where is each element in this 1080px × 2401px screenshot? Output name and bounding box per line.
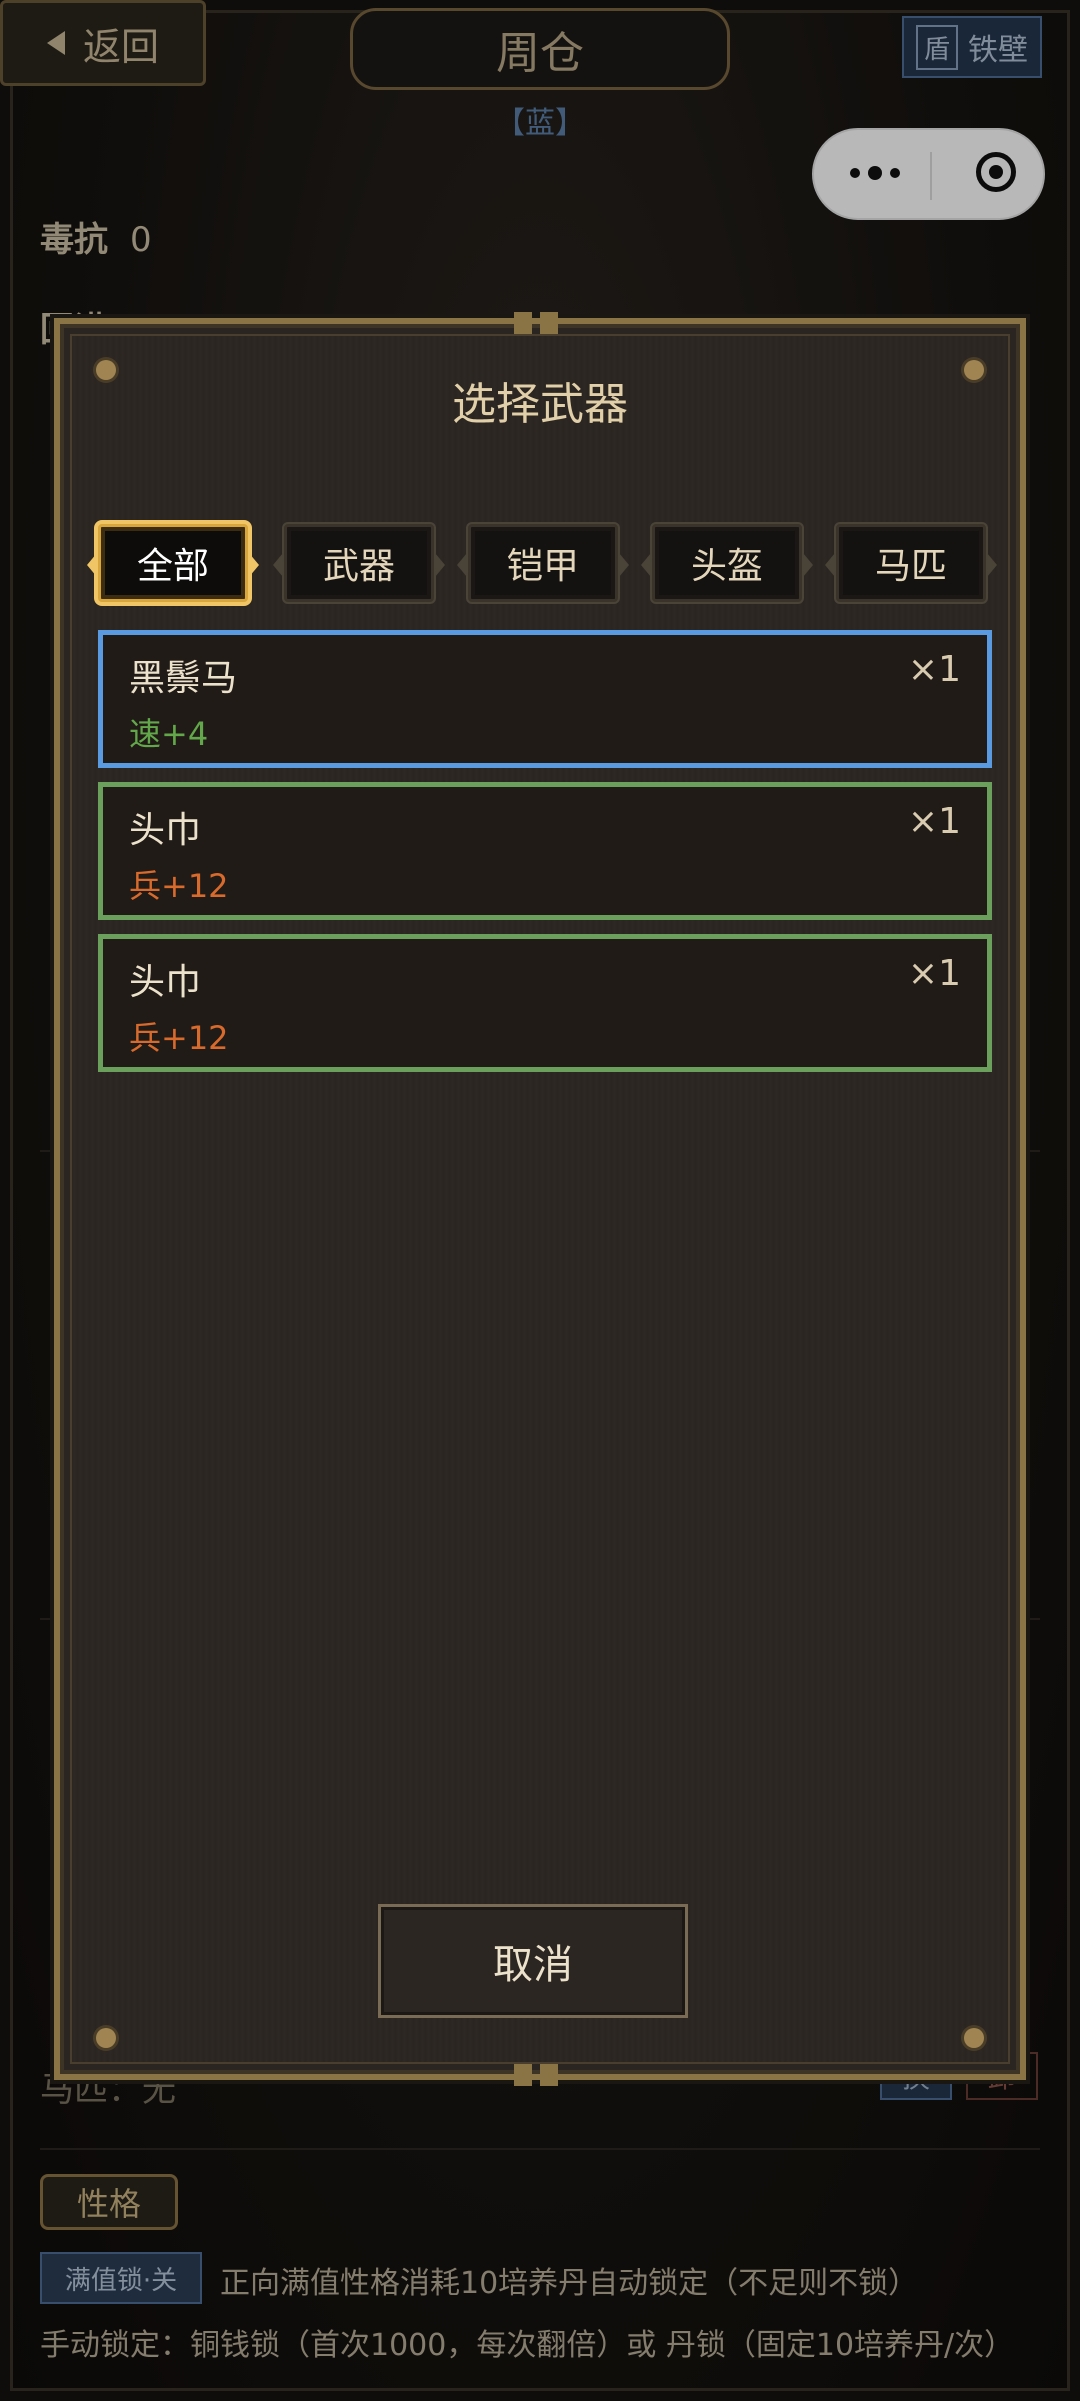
equipment-item[interactable]: 头巾 ×1 兵+12 bbox=[98, 934, 992, 1072]
item-name: 黑鬃马 bbox=[129, 658, 238, 699]
item-count: ×1 bbox=[907, 801, 961, 842]
tab-armor[interactable]: 铠甲 bbox=[457, 524, 629, 602]
item-stat: 兵+12 bbox=[129, 867, 229, 905]
category-tabs: 全部 武器 铠甲 头盔 马匹 bbox=[87, 524, 997, 602]
item-stat: 兵+12 bbox=[129, 1019, 229, 1057]
tab-helmet[interactable]: 头盔 bbox=[641, 524, 813, 602]
clasp-icon bbox=[540, 312, 558, 334]
equipment-item[interactable]: 黑鬃马 ×1 速+4 bbox=[98, 630, 992, 768]
item-name: 头巾 bbox=[129, 962, 202, 1003]
clasp-icon bbox=[514, 312, 532, 334]
select-weapon-dialog: 选择武器 全部 武器 铠甲 头盔 马匹 黑鬃马 ×1 速+4 头巾 ×1 兵+1… bbox=[54, 312, 1026, 2086]
item-name: 头巾 bbox=[129, 810, 202, 851]
cancel-button[interactable]: 取消 bbox=[378, 1904, 688, 2018]
tab-all[interactable]: 全部 bbox=[87, 524, 259, 602]
item-count: ×1 bbox=[907, 649, 961, 690]
clasp-icon bbox=[540, 2064, 558, 2086]
clasp-icon bbox=[514, 2064, 532, 2086]
tab-weapon[interactable]: 武器 bbox=[273, 524, 445, 602]
dialog-title: 选择武器 bbox=[452, 379, 628, 430]
item-count: ×1 bbox=[907, 953, 961, 994]
tab-horse[interactable]: 马匹 bbox=[825, 524, 997, 602]
corner-stud-icon bbox=[96, 2028, 116, 2048]
item-stat: 速+4 bbox=[129, 715, 209, 753]
equipment-item[interactable]: 头巾 ×1 兵+12 bbox=[98, 782, 992, 920]
corner-stud-icon bbox=[964, 2028, 984, 2048]
